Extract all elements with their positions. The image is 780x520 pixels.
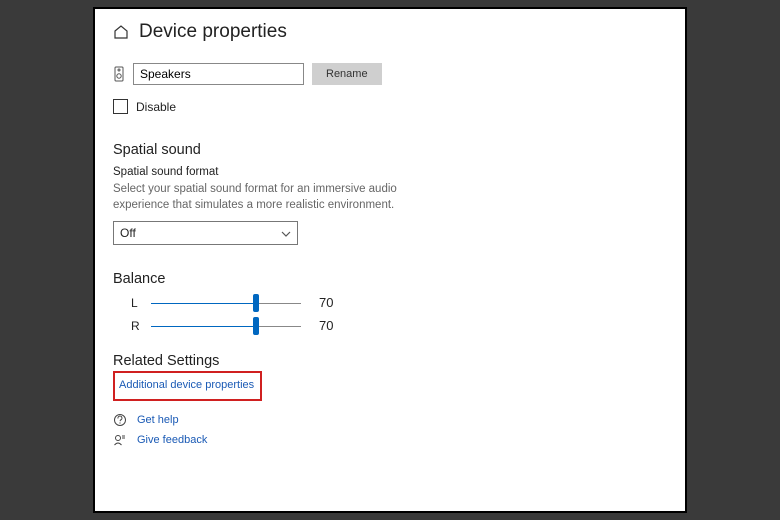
device-name-row: Rename [113, 63, 675, 85]
spatial-sound-section: Spatial sound Spatial sound format Selec… [113, 142, 675, 245]
chevron-down-icon [281, 228, 291, 238]
title-row: Device properties [113, 21, 675, 43]
settings-window: Device properties Rename Disable Spatial… [93, 7, 687, 513]
spatial-heading: Spatial sound [113, 142, 675, 158]
balance-left-value: 70 [319, 295, 349, 310]
get-help-row: Get help [113, 413, 675, 427]
related-settings-section: Related Settings Additional device prope… [113, 353, 675, 447]
balance-heading: Balance [113, 271, 675, 287]
give-feedback-row: Give feedback [113, 433, 675, 447]
related-heading: Related Settings [113, 353, 675, 369]
slider-thumb[interactable] [253, 294, 259, 312]
give-feedback-link[interactable]: Give feedback [137, 434, 207, 446]
spatial-selected-value: Off [120, 226, 136, 240]
page-title: Device properties [139, 21, 287, 43]
device-name-input[interactable] [133, 63, 304, 85]
balance-right-slider[interactable] [151, 320, 301, 332]
additional-device-properties-link[interactable]: Additional device properties [119, 379, 254, 391]
help-icon [113, 413, 127, 427]
spatial-format-select[interactable]: Off [113, 221, 298, 245]
balance-left-row: L 70 [113, 295, 675, 310]
balance-right-value: 70 [319, 318, 349, 333]
balance-section: Balance L 70 R 70 [113, 271, 675, 333]
speaker-icon [113, 66, 125, 82]
balance-left-slider[interactable] [151, 297, 301, 309]
balance-left-label: L [131, 296, 143, 310]
feedback-icon [113, 433, 127, 447]
rename-button[interactable]: Rename [312, 63, 382, 85]
spatial-description: Select your spatial sound format for an … [113, 182, 413, 213]
disable-checkbox[interactable] [113, 99, 128, 114]
spatial-sub-label: Spatial sound format [113, 166, 675, 178]
balance-right-label: R [131, 319, 143, 333]
balance-right-row: R 70 [113, 318, 675, 333]
highlight-box: Additional device properties [113, 371, 262, 401]
slider-thumb[interactable] [253, 317, 259, 335]
disable-label: Disable [136, 100, 176, 114]
disable-row: Disable [113, 99, 675, 114]
get-help-link[interactable]: Get help [137, 414, 179, 426]
home-icon[interactable] [113, 24, 129, 40]
